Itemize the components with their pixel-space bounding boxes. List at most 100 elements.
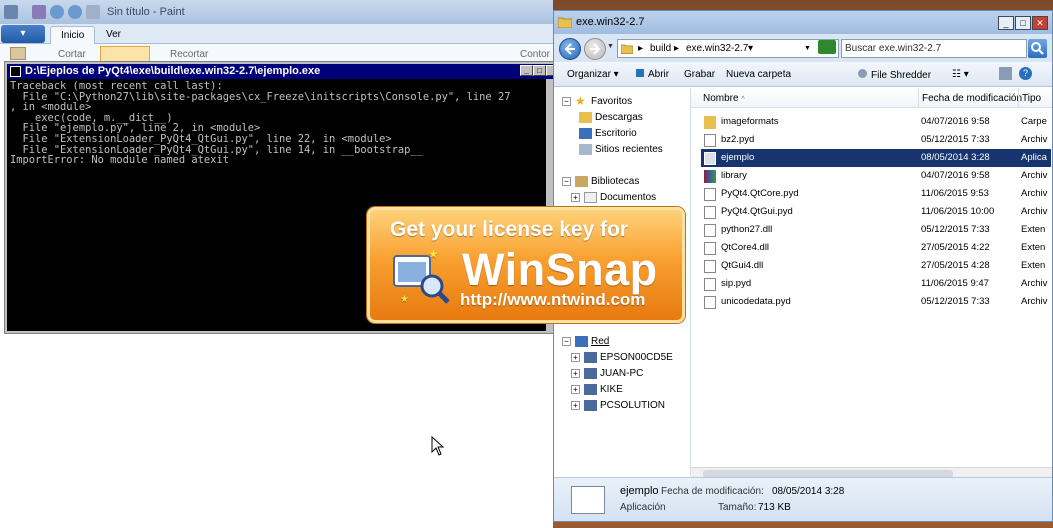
- burn-button[interactable]: Grabar: [684, 69, 715, 80]
- column-header-date[interactable]: Fecha de modificación: [922, 93, 1022, 104]
- recent-places-icon: [579, 144, 592, 155]
- tree-recent-places[interactable]: Sitios recientes: [579, 144, 663, 155]
- explorer-toolbar: Organizar ▾ Abrir Grabar Nueva carpeta F…: [554, 62, 1052, 87]
- banner-product-name: WinSnap: [462, 244, 658, 295]
- file-list-header: Nombre ^ Fecha de modificación Tipo: [691, 88, 1052, 108]
- winsnap-logo-icon: ★ ★: [393, 247, 450, 305]
- archive-icon: [704, 170, 716, 183]
- paint-title: Sin título - Paint: [107, 6, 185, 18]
- view-options-icon[interactable]: ☷ ▾: [952, 69, 969, 80]
- file-list: Nombre ^ Fecha de modificación Tipo imag…: [691, 88, 1052, 476]
- tree-desktop[interactable]: Escritorio: [579, 128, 637, 139]
- back-button[interactable]: [559, 38, 581, 60]
- paint-canvas[interactable]: [0, 332, 553, 528]
- undo-icon[interactable]: [50, 5, 64, 19]
- open-button[interactable]: Abrir: [636, 69, 669, 80]
- chevron-down-icon[interactable]: ▾: [748, 43, 753, 54]
- tree-network[interactable]: − Red: [562, 336, 609, 347]
- chevron-right-icon: ▸: [638, 43, 644, 54]
- file-row[interactable]: sip.pyd 11/06/2015 9:47 Archiv: [701, 275, 1051, 293]
- paint-ribbon-tabs: ▾ Inicio Ver: [0, 24, 553, 44]
- details-size-label: Tamaño:: [718, 502, 757, 513]
- dll-icon: [704, 224, 716, 237]
- breadcrumb-build[interactable]: build: [650, 43, 671, 54]
- banner-url-link[interactable]: http://www.ntwind.com: [460, 290, 645, 310]
- svg-text:★: ★: [428, 247, 439, 261]
- file-row[interactable]: python27.dll 05/12/2015 7:33 Exten: [701, 221, 1051, 239]
- file-row[interactable]: library 04/07/2016 9:58 Archiv: [701, 167, 1051, 185]
- file-row[interactable]: imageformats 04/07/2016 9:58 Carpe: [701, 113, 1051, 131]
- tab-ver[interactable]: Ver: [96, 26, 131, 44]
- select-button[interactable]: [100, 46, 150, 62]
- column-header-type[interactable]: Tipo: [1022, 93, 1041, 104]
- file-icon: [704, 278, 716, 291]
- address-dropdown-icon[interactable]: ▼: [804, 45, 811, 52]
- tree-favorites[interactable]: − ★ Favoritos: [562, 94, 632, 108]
- tree-libraries[interactable]: − Bibliotecas: [562, 176, 639, 187]
- paint-title-bar: Sin título - Paint: [0, 0, 553, 24]
- tab-inicio[interactable]: Inicio: [50, 26, 96, 44]
- paste-icon[interactable]: [10, 47, 26, 60]
- save-icon[interactable]: [32, 5, 46, 19]
- console-line: ImportError: No module named atexit: [10, 154, 229, 167]
- console-line: File "ExtensionLoader_PyQt4_QtGui.py", l…: [10, 132, 392, 145]
- breadcrumb-current[interactable]: exe.win32-2.7: [686, 43, 748, 54]
- folder-icon: [558, 17, 572, 28]
- refresh-button[interactable]: [818, 40, 836, 54]
- computer-icon: [584, 400, 597, 411]
- help-icon[interactable]: ?: [1019, 67, 1032, 80]
- file-row-selected[interactable]: ejemplo 08/05/2014 3:28 Aplica: [701, 149, 1051, 167]
- outline-button[interactable]: Contor: [520, 49, 550, 60]
- mouse-cursor-icon: [431, 436, 445, 456]
- cut-button[interactable]: Cortar: [58, 49, 86, 60]
- back-arrow-icon: [564, 43, 575, 55]
- crop-button[interactable]: Recortar: [170, 49, 208, 60]
- computer-icon: [584, 384, 597, 395]
- minimize-button[interactable]: _: [520, 65, 533, 76]
- preview-pane-icon[interactable]: [999, 67, 1012, 80]
- new-folder-button[interactable]: Nueva carpeta: [726, 69, 791, 80]
- file-row[interactable]: QtGui4.dll 27/05/2015 4:28 Exten: [701, 257, 1051, 275]
- quick-access-dropdown-icon[interactable]: [86, 5, 100, 19]
- details-type: Aplicación: [620, 502, 666, 513]
- winsnap-license-banner[interactable]: Get your license key for ★ ★ WinSnap htt…: [367, 207, 685, 323]
- column-header-name[interactable]: Nombre ^: [703, 93, 745, 104]
- organize-button[interactable]: Organizar ▾: [567, 69, 619, 80]
- file-row[interactable]: unicodedata.pyd 05/12/2015 7:33 Archiv: [701, 293, 1051, 311]
- explorer-title: exe.win32-2.7: [576, 16, 645, 28]
- paint-ribbon: Cortar Recortar Contor: [0, 44, 553, 62]
- details-size-value: 713 KB: [758, 502, 791, 513]
- file-icon: [704, 296, 716, 309]
- search-icon[interactable]: [1028, 39, 1047, 58]
- tree-network-pc[interactable]: + KIKE: [571, 384, 623, 395]
- file-row[interactable]: PyQt4.QtGui.pyd 11/06/2015 10:00 Archiv: [701, 203, 1051, 221]
- search-input[interactable]: Buscar exe.win32-2.7: [841, 39, 1027, 58]
- file-row[interactable]: PyQt4.QtCore.pyd 11/06/2015 9:53 Archiv: [701, 185, 1051, 203]
- file-row[interactable]: bz2.pyd 05/12/2015 7:33 Archiv: [701, 131, 1051, 149]
- tree-network-pc[interactable]: + JUAN-PC: [571, 368, 643, 379]
- maximize-button[interactable]: □: [1015, 16, 1031, 30]
- tree-network-pc[interactable]: + PCSOLUTION: [571, 400, 665, 411]
- star-icon: ★: [575, 94, 586, 108]
- paint-menu-button[interactable]: ▾: [1, 25, 45, 43]
- tree-downloads[interactable]: Descargas: [579, 112, 643, 123]
- maximize-button[interactable]: □: [533, 65, 546, 76]
- recent-pages-dropdown-icon[interactable]: ▼: [607, 43, 614, 50]
- banner-headline: Get your license key for: [390, 218, 629, 241]
- folder-icon: [621, 44, 633, 54]
- file-row[interactable]: QtCore4.dll 27/05/2015 4:22 Exten: [701, 239, 1051, 257]
- dll-icon: [704, 242, 716, 255]
- explorer-title-bar: exe.win32-2.7 _ □ ✕: [554, 11, 1052, 34]
- file-icon: [704, 188, 716, 201]
- close-button[interactable]: ✕: [1032, 16, 1048, 30]
- redo-icon[interactable]: [68, 5, 82, 19]
- tree-network-pc[interactable]: + EPSON00CD5E: [571, 352, 673, 363]
- paint-app-icon[interactable]: [4, 5, 18, 19]
- tree-documents[interactable]: + Documentos: [571, 192, 656, 203]
- console-app-icon[interactable]: [10, 66, 21, 77]
- forward-button[interactable]: [584, 38, 606, 60]
- shredder-button[interactable]: File Shredder: [858, 69, 931, 81]
- address-input[interactable]: ▸ build ▸ exe.win32-2.7 ▾ ▼: [617, 39, 839, 58]
- address-bar-area: ▼ ▸ build ▸ exe.win32-2.7 ▾ ▼ Buscar exe…: [554, 34, 1052, 62]
- minimize-button[interactable]: _: [998, 16, 1014, 30]
